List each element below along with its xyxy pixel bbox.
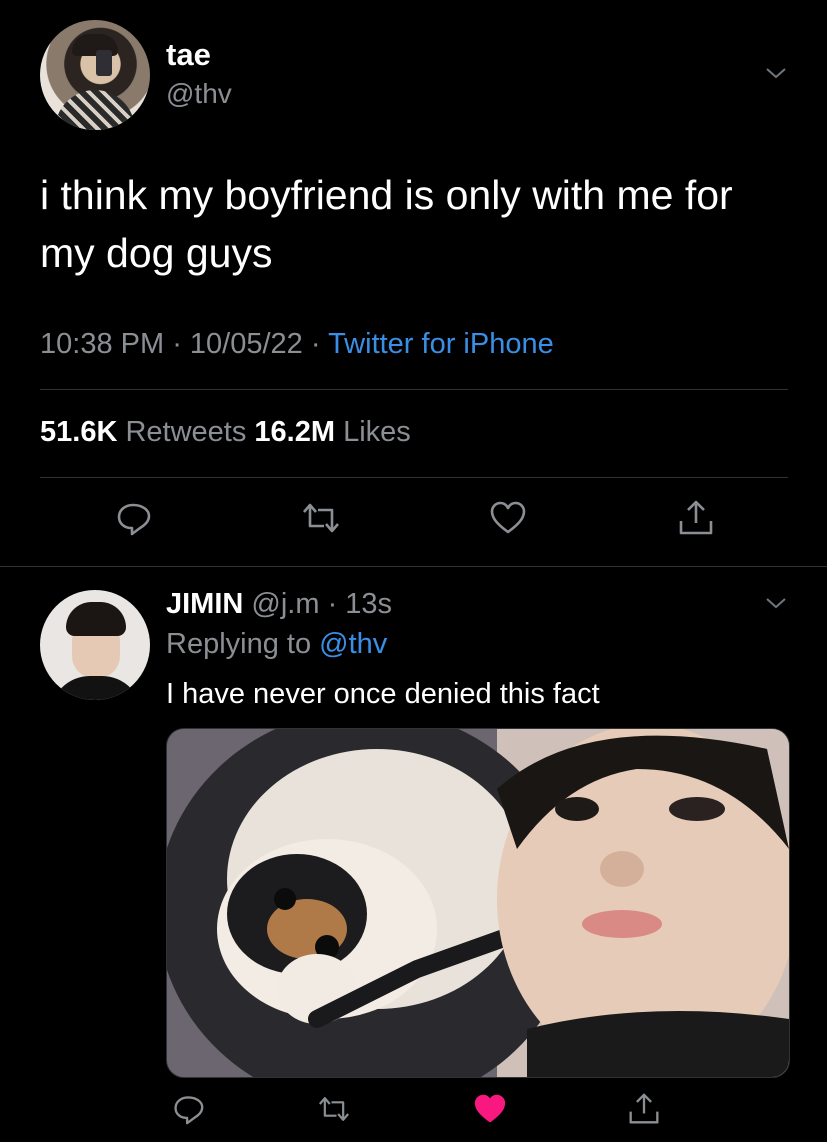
share-icon <box>679 500 713 535</box>
tweet-text: i think my boyfriend is only with me for… <box>40 172 733 276</box>
reply-button[interactable] <box>113 498 153 538</box>
share-icon <box>629 1093 659 1124</box>
likes-stat[interactable]: 16.2M Likes <box>254 416 410 448</box>
author-name[interactable]: tae <box>166 37 211 73</box>
heart-icon <box>490 501 526 534</box>
replying-to: Replying to @thv <box>166 628 387 661</box>
divider <box>40 389 788 390</box>
chevron-down-icon[interactable] <box>765 62 787 84</box>
heart-icon <box>474 1094 506 1123</box>
reply-like-button[interactable] <box>470 1089 510 1129</box>
reply-header: JIMIN @j.m · 13s <box>166 588 392 621</box>
avatar-shirt <box>55 90 135 130</box>
avatar-shirt <box>50 676 142 700</box>
retweet-icon <box>303 503 339 533</box>
tweet-source[interactable]: Twitter for iPhone <box>328 328 554 360</box>
tweet-stats: 51.6K Retweets 16.2M Likes <box>40 416 411 449</box>
reply-author-avatar[interactable] <box>40 590 150 700</box>
retweet-button[interactable] <box>301 498 341 538</box>
reply-reply-button[interactable] <box>168 1089 208 1129</box>
reply-icon <box>117 503 151 536</box>
reply-text: I have never once denied this fact <box>166 678 600 710</box>
meta-separator: · <box>302 328 329 360</box>
reply-photo[interactable] <box>166 728 790 1078</box>
tweet-meta: 10:38 PM · 10/05/22 · Twitter for iPhone <box>40 328 554 361</box>
share-button[interactable] <box>676 498 716 538</box>
replying-to-mention[interactable]: @thv <box>319 628 387 660</box>
divider <box>40 477 788 478</box>
reply-share-button[interactable] <box>624 1089 664 1129</box>
like-button[interactable] <box>488 498 528 538</box>
reply-retweet-button[interactable] <box>314 1089 354 1129</box>
meta-separator: · <box>319 588 346 620</box>
retweet-icon <box>319 1097 349 1121</box>
replying-to-label: Replying to <box>166 628 320 660</box>
likes-count: 16.2M <box>254 416 336 448</box>
retweets-stat[interactable]: 51.6K Retweets <box>40 416 246 448</box>
photo-illustration <box>167 729 789 1077</box>
avatar-hair <box>66 602 126 636</box>
reply-icon <box>174 1096 204 1125</box>
author-handle[interactable]: @thv <box>166 78 232 110</box>
reply-author-handle[interactable]: @j.m <box>251 588 319 620</box>
chevron-down-icon[interactable] <box>765 592 787 614</box>
reply-time[interactable]: 13s <box>345 588 392 620</box>
author-avatar[interactable] <box>40 20 150 130</box>
avatar-phone <box>96 50 112 76</box>
divider <box>0 566 827 567</box>
tweet-date[interactable]: 10/05/22 <box>190 328 303 360</box>
reply-author-name[interactable]: JIMIN <box>166 588 243 620</box>
retweets-label: Retweets <box>117 416 247 448</box>
retweets-count: 51.6K <box>40 416 118 448</box>
meta-separator: · <box>164 328 190 360</box>
likes-label: Likes <box>335 416 411 448</box>
tweet-time[interactable]: 10:38 PM <box>40 328 164 360</box>
